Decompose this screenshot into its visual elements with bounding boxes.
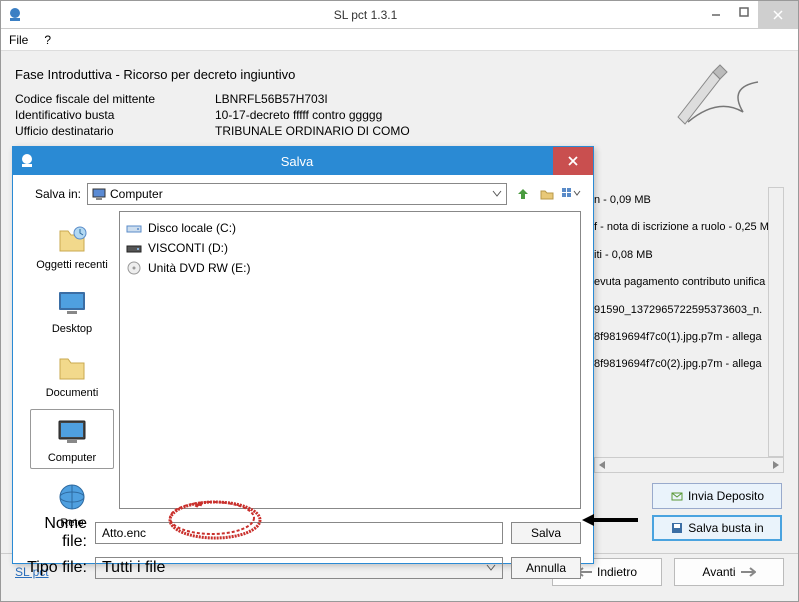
close-button[interactable] [758, 1, 798, 29]
computer-icon [92, 187, 106, 201]
combo-value: Tutti i file [102, 559, 165, 577]
invia-deposito-button[interactable]: Invia Deposito [652, 483, 782, 509]
menu-bar: File ? [1, 29, 798, 51]
drive-item[interactable]: VISCONTI (D:) [126, 238, 574, 258]
next-button[interactable]: Avanti [674, 558, 784, 586]
filetype-combo[interactable]: Tutti i file [95, 557, 503, 579]
info-value: 10-17-decreto fffff contro ggggg [215, 108, 382, 122]
app-icon [7, 7, 23, 23]
list-item[interactable]: iti - 0,08 MB [594, 242, 784, 269]
dialog-icon [19, 153, 35, 169]
menu-help[interactable]: ? [36, 33, 59, 47]
filetype-label: Tipo file: [25, 559, 87, 577]
place-label: Computer [48, 452, 96, 464]
main-titlebar: SL pct 1.3.1 [1, 1, 798, 29]
button-label: Salva busta in [688, 521, 763, 535]
view-mode-button[interactable] [561, 184, 581, 204]
horizontal-scrollbar[interactable] [594, 457, 784, 473]
button-label: Avanti [702, 565, 735, 579]
info-label: Ufficio destinatario [15, 124, 215, 138]
new-folder-button[interactable] [537, 184, 557, 204]
list-item[interactable]: evuta pagamento contributo unifica [594, 269, 784, 296]
list-item[interactable]: 8f9819694f7c0(1).jpg.p7m - allega [594, 324, 784, 351]
info-label: Codice fiscale del mittente [15, 92, 215, 106]
info-label: Identificativo busta [15, 108, 215, 122]
arrow-right-icon [740, 567, 756, 577]
list-item[interactable]: n - 0,09 MB [594, 187, 784, 214]
drive-label: Disco locale (C:) [148, 221, 236, 235]
button-label: Indietro [597, 565, 637, 579]
button-label: Invia Deposito [688, 489, 764, 503]
drive-icon [126, 220, 142, 236]
minimize-button[interactable] [702, 1, 730, 23]
place-label: Oggetti recenti [36, 259, 108, 271]
save-in-combo[interactable]: Computer [87, 183, 507, 205]
save-dialog: Salva Salva in: Computer Oggetti rec [12, 146, 594, 564]
filename-label: Nome file: [25, 515, 87, 551]
save-icon [670, 521, 684, 535]
place-label: Documenti [46, 387, 99, 399]
file-list[interactable]: Disco locale (C:) VISCONTI (D:) Unità DV… [119, 211, 581, 509]
send-icon [670, 489, 684, 503]
info-value: TRIBUNALE ORDINARIO DI COMO [215, 124, 410, 138]
salva-busta-button[interactable]: Salva busta in [652, 515, 782, 541]
vertical-scrollbar[interactable] [768, 187, 784, 457]
up-folder-button[interactable] [513, 184, 533, 204]
drive-item[interactable]: Disco locale (C:) [126, 218, 574, 238]
content-area: Fase Introduttiva - Ricorso per decreto … [1, 51, 798, 150]
list-item[interactable]: 8f9819694f7c0(2).jpg.p7m - allega [594, 351, 784, 378]
dialog-titlebar: Salva [13, 147, 593, 175]
dialog-title: Salva [41, 154, 553, 169]
info-value: LBNRFL56B57H703I [215, 92, 328, 106]
list-item[interactable]: 91590_1372965722595373603_n. [594, 297, 784, 324]
list-item[interactable]: f - nota di iscrizione a ruolo - 0,25 M [594, 214, 784, 241]
place-label: Desktop [52, 323, 92, 335]
chevron-down-icon [492, 190, 502, 198]
filename-input[interactable] [95, 522, 503, 544]
menu-file[interactable]: File [1, 33, 36, 47]
disc-icon [126, 260, 142, 276]
maximize-button[interactable] [730, 1, 758, 23]
window-title: SL pct 1.3.1 [29, 8, 702, 22]
dialog-close-button[interactable] [553, 147, 593, 175]
drive-label: Unità DVD RW (E:) [148, 261, 250, 275]
pen-illustration [658, 57, 768, 137]
place-computer[interactable]: Computer [30, 409, 114, 469]
save-button[interactable]: Salva [511, 522, 581, 544]
place-recent[interactable]: Oggetti recenti [30, 217, 114, 275]
chevron-down-icon [486, 564, 496, 572]
places-bar: Oggetti recenti Desktop Documenti Comput… [25, 211, 119, 509]
cancel-button[interactable]: Annulla [511, 557, 581, 579]
drive-label: VISCONTI (D:) [148, 241, 228, 255]
combo-value: Computer [110, 187, 163, 201]
place-documents[interactable]: Documenti [30, 345, 114, 403]
drive-icon [126, 240, 142, 256]
save-in-label: Salva in: [25, 187, 81, 201]
place-desktop[interactable]: Desktop [30, 281, 114, 339]
attachment-list: n - 0,09 MB f - nota di iscrizione a ruo… [594, 187, 784, 379]
drive-item[interactable]: Unità DVD RW (E:) [126, 258, 574, 278]
